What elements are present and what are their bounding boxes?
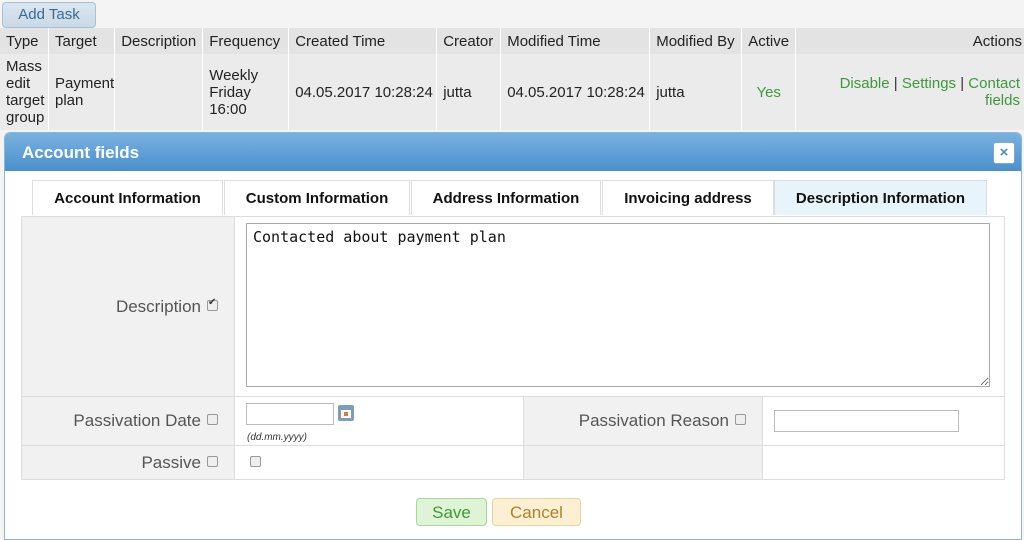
calendar-icon[interactable]	[338, 405, 354, 421]
passivation-date-label: Passivation Date	[73, 411, 201, 430]
col-modified-time: Modified Time	[500, 28, 651, 54]
col-frequency: Frequency	[202, 28, 290, 54]
cell-creator: jutta	[436, 54, 502, 130]
save-button[interactable]: Save	[416, 498, 487, 526]
passivation-reason-label-cell: Passivation Reason	[523, 396, 763, 446]
close-icon[interactable]: ×	[993, 142, 1015, 164]
tab-account-information[interactable]: Account Information	[32, 180, 223, 215]
action-separator: |	[893, 75, 898, 92]
col-target: Target	[48, 28, 116, 54]
cell-target: Payment plan	[48, 54, 116, 130]
cell-modified-time: 04.05.2017 10:28:24	[500, 54, 651, 130]
passivation-date-field-cell: (dd.mm.yyyy)	[234, 396, 524, 446]
cell-description	[114, 54, 204, 130]
contact-fields-link[interactable]: Contact fields	[968, 75, 1020, 109]
passivation-reason-label: Passivation Reason	[578, 411, 729, 430]
cell-actions: Disable | Settings | Contact fields	[795, 54, 1024, 130]
table-row: Mass edit target group Payment plan Week…	[0, 54, 1024, 130]
description-field-cell: Contacted about payment plan	[234, 216, 1005, 397]
passive-label-cell: Passive	[21, 445, 235, 480]
tab-custom-information[interactable]: Custom Information	[224, 180, 410, 215]
col-actions: Actions	[795, 28, 1024, 54]
task-table: Type Target Description Frequency Create…	[0, 28, 1024, 130]
passive-checkbox[interactable]	[250, 455, 261, 467]
col-created-time: Created Time	[288, 28, 438, 54]
empty-label-cell	[523, 445, 763, 480]
settings-link[interactable]: Settings	[902, 75, 956, 92]
task-table-header: Type Target Description Frequency Create…	[0, 28, 1024, 54]
tab-description-information[interactable]: Description Information	[774, 180, 987, 215]
col-description: Description	[114, 28, 204, 54]
col-type: Type	[0, 28, 49, 54]
date-format-hint: (dd.mm.yyyy)	[247, 432, 307, 443]
passive-label-checkbox[interactable]	[207, 455, 218, 467]
account-fields-form: Description Contacted about payment plan…	[21, 216, 1005, 480]
description-label-cell: Description	[21, 216, 235, 397]
cell-frequency: Weekly Friday 16:00	[202, 54, 290, 130]
dialog-header: Account fields ×	[5, 133, 1021, 171]
passivation-reason-field-cell	[762, 396, 1005, 446]
passivation-date-label-cell: Passivation Date	[21, 396, 235, 446]
col-modified-by: Modified By	[649, 28, 743, 54]
cell-created-time: 04.05.2017 10:28:24	[288, 54, 438, 130]
account-fields-dialog: Account fields × Account Information Cus…	[4, 132, 1022, 540]
action-separator: |	[960, 75, 965, 92]
cell-type: Mass edit target group	[0, 54, 49, 130]
passivation-reason-input[interactable]	[774, 410, 959, 432]
description-label: Description	[115, 296, 201, 316]
passivation-date-input[interactable]	[246, 403, 334, 425]
passivation-date-checkbox[interactable]	[207, 414, 218, 426]
tab-address-information[interactable]: Address Information	[411, 180, 601, 215]
empty-field-cell	[762, 445, 1005, 480]
cell-modified-by: jutta	[649, 54, 743, 130]
cancel-button[interactable]: Cancel	[492, 498, 581, 526]
col-creator: Creator	[436, 28, 502, 54]
description-textarea[interactable]: Contacted about payment plan	[246, 223, 990, 387]
tab-invoicing-address[interactable]: Invoicing address	[602, 180, 774, 215]
col-active: Active	[741, 28, 797, 54]
cell-active: Yes	[741, 54, 797, 130]
description-checkbox[interactable]	[207, 297, 218, 311]
passive-field-cell	[234, 445, 524, 480]
dialog-title: Account fields	[22, 143, 140, 162]
disable-link[interactable]: Disable	[840, 75, 890, 92]
passive-label: Passive	[141, 452, 201, 472]
add-task-button[interactable]: Add Task	[2, 2, 96, 28]
passivation-reason-checkbox[interactable]	[735, 414, 746, 426]
